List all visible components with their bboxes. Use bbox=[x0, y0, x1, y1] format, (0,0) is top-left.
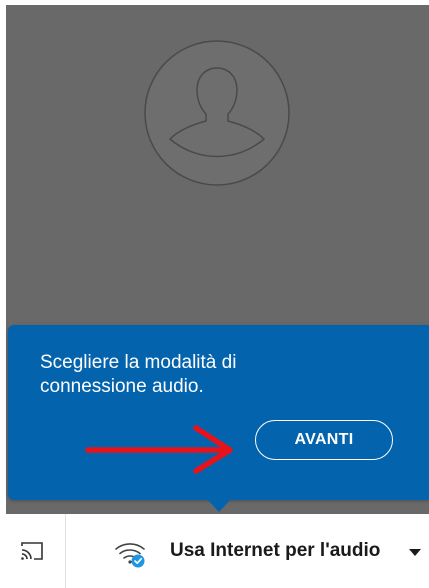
audio-mode-selector[interactable]: Usa Internet per l'audio bbox=[66, 514, 429, 588]
wifi-icon bbox=[115, 543, 145, 568]
coachmark-pointer bbox=[206, 498, 232, 512]
coachmark-message: Scegliere la modalità di connessione aud… bbox=[40, 352, 237, 397]
audio-option-label: Usa Internet per l'audio bbox=[170, 540, 381, 561]
audio-bar: Usa Internet per l'audio bbox=[0, 514, 429, 588]
cast-button[interactable] bbox=[0, 514, 66, 588]
avatar-silhouette-icon bbox=[144, 40, 290, 186]
check-badge-icon bbox=[131, 554, 145, 568]
next-button[interactable]: AVANTI bbox=[255, 420, 393, 460]
annotation-arrow-icon bbox=[85, 425, 233, 474]
chevron-down-icon bbox=[409, 549, 421, 556]
meeting-screen: Scegliere la modalità di connessione aud… bbox=[0, 0, 429, 588]
cast-icon bbox=[20, 542, 43, 560]
